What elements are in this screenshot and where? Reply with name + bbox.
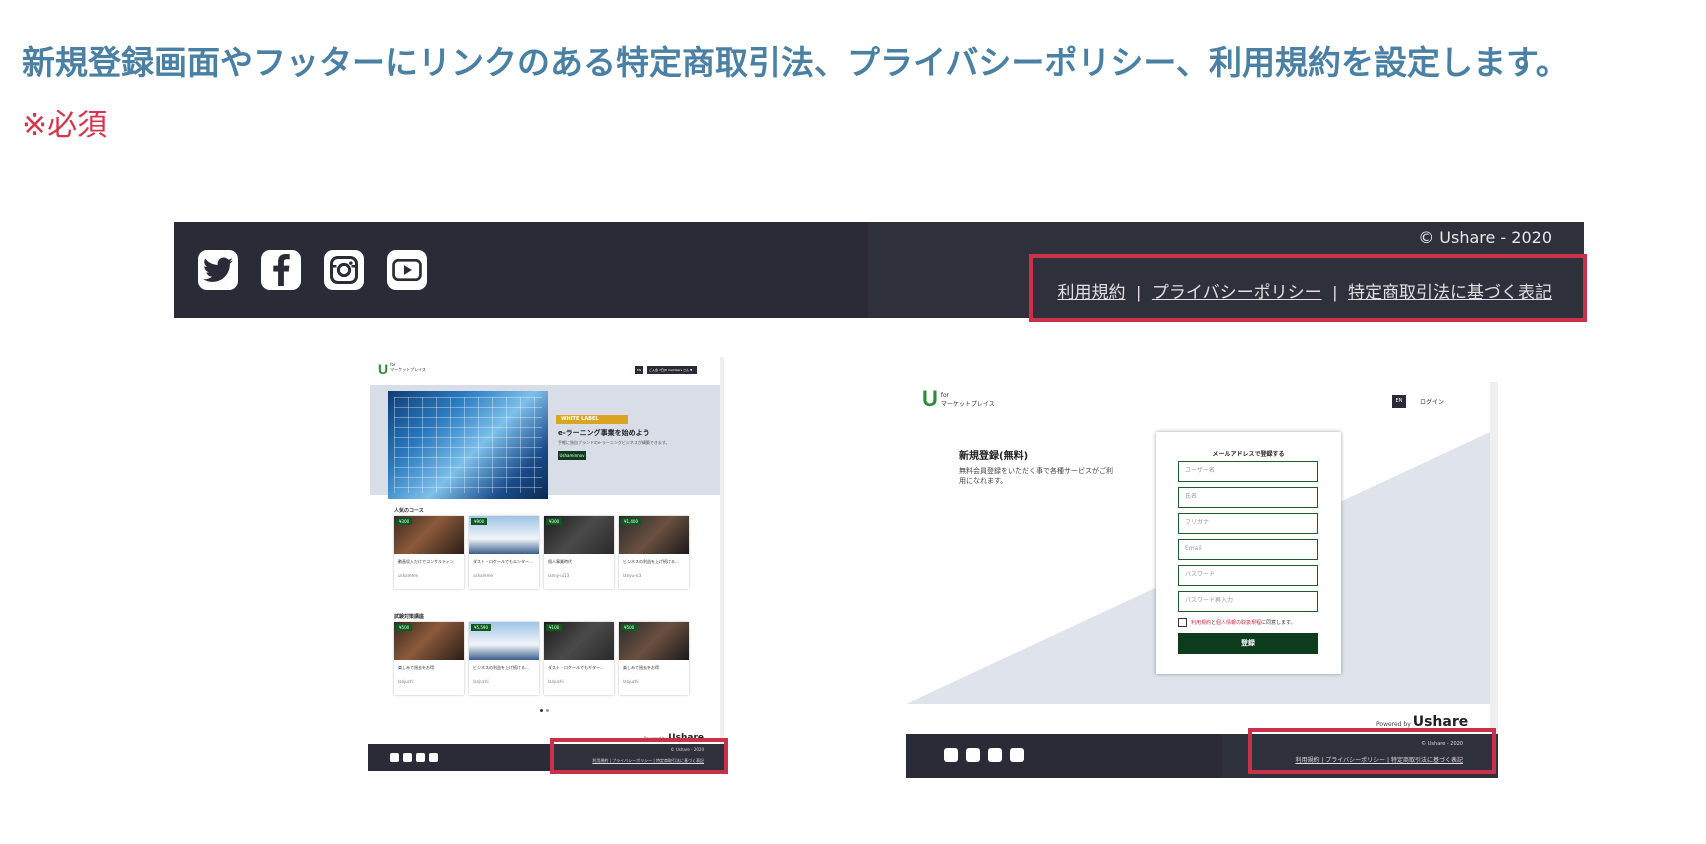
course-title: 楽しみで過去をお得 (623, 665, 659, 670)
scrollbar[interactable] (720, 357, 724, 744)
youtube-icon[interactable] (1010, 748, 1024, 762)
site-logo: U for マーケットプレイス (378, 361, 427, 377)
facebook-icon[interactable] (261, 250, 301, 290)
hero-banner: WHITE LABEL e-ラーニング事業を始めよう 手軽に独自ブランドのe-ラ… (370, 385, 720, 499)
submit-button[interactable]: 登録 (1178, 633, 1318, 654)
course-title: 楽しみで過去をお得 (398, 665, 434, 670)
site-logo: U for マーケットプレイス (922, 386, 995, 411)
course-author: lanyu-ic3 (623, 573, 642, 578)
scrollbar[interactable] (1490, 382, 1498, 734)
instagram-icon[interactable] (988, 748, 1002, 762)
course-title: ビジネスの利益を上げ続ける... (473, 665, 529, 670)
course-price: ¥300 (546, 518, 563, 525)
agree-checkbox[interactable] (1178, 618, 1187, 627)
course-price: ¥500 (621, 624, 638, 631)
footer-social-icons (390, 753, 438, 762)
hero-title: e-ラーニング事業を始めよう (558, 429, 650, 437)
footer-links-highlight (1029, 254, 1587, 322)
username-field[interactable]: ユーザー名 (1178, 461, 1318, 482)
white-label-badge: WHITE LABEL (556, 415, 628, 424)
course-card[interactable]: ¥300 動画収入だけでコンサルティン ushareme (394, 516, 464, 589)
course-title: ダスト・ロケールでもギター... (548, 665, 604, 670)
course-card[interactable]: ¥5,590 ビジネスの利益を上げ続ける... lanjuchi (469, 622, 539, 695)
terms-link[interactable]: 利用規約 (1191, 620, 1211, 626)
course-price: ¥100 (546, 624, 563, 631)
carousel-dots[interactable] (540, 709, 549, 712)
password-field[interactable]: パスワード (1178, 565, 1318, 586)
course-title: 個人事業時代 (548, 559, 572, 564)
facebook-icon[interactable] (403, 753, 412, 762)
course-author: ushareme (398, 573, 418, 578)
password-confirm-field[interactable]: パスワード再入力 (1178, 591, 1318, 612)
instagram-icon[interactable] (416, 753, 425, 762)
course-card[interactable]: ¥900 ダスト・ロケールでもエンター... ushareme (469, 516, 539, 589)
page-heading: 新規登録画面やフッターにリンクのある特定商取引法、プライバシーポリシー、利用規約… (22, 43, 1569, 82)
exam-courses-title: 試験対策講座 (394, 614, 425, 620)
course-author: lanny-ui13 (548, 573, 570, 578)
course-title: 動画収入だけでコンサルティン (398, 559, 454, 564)
course-card[interactable]: ¥500 楽しみで過去をお得 lanjuchi (394, 622, 464, 695)
twitter-icon[interactable] (390, 753, 399, 762)
furigana-field[interactable]: フリガナ (1178, 513, 1318, 534)
course-price: ¥900 (471, 518, 488, 525)
twitter-icon[interactable] (944, 748, 958, 762)
social-icons (198, 250, 427, 290)
course-author: ushareme (473, 573, 493, 578)
form-title: メールアドレスで登録する (1212, 451, 1285, 458)
course-card[interactable]: ¥300 個人事業時代 lanny-ui13 (544, 516, 614, 589)
course-card[interactable]: ¥100 ダスト・ロケールでもギター... lanjuchi (544, 622, 614, 695)
facebook-icon[interactable] (966, 748, 980, 762)
registration-description: 無料会員登録をいただく事で各種サービスがご利用になれます。 (959, 467, 1113, 485)
footer-links-highlight (550, 738, 728, 774)
course-card[interactable]: ¥1,400 ビジネスの利益を上げ続ける... lanyu-ic3 (619, 516, 689, 589)
name-field[interactable]: 氏名 (1178, 487, 1318, 508)
course-price: ¥5,590 (471, 624, 491, 631)
required-note: ※必須 (22, 108, 108, 143)
agreement-row: 利用規約と個人情報の取扱規程に同意します。 (1178, 618, 1296, 627)
footer-links-highlight (1248, 728, 1496, 774)
email-field[interactable]: Email (1178, 539, 1318, 560)
course-author: lanjuchi (548, 679, 564, 684)
footer-copyright: © Ushare - 2020 (1418, 228, 1552, 247)
language-badge[interactable]: EN (1392, 395, 1406, 408)
login-link[interactable]: ログイン (1420, 397, 1444, 406)
instagram-icon[interactable] (324, 250, 364, 290)
course-title: ビジネスの利益を上げ続ける... (623, 559, 679, 564)
course-price: ¥300 (396, 518, 413, 525)
course-author: lanjuchi (473, 679, 489, 684)
privacy-rules-link[interactable]: 個人情報の取扱規程 (1216, 620, 1261, 626)
user-menu[interactable]: ご入会 7日(6 members さん ▼ (647, 366, 697, 374)
registration-page-screenshot: U for マーケットプレイス EN ログイン 新規登録(無料) 無料会員登録を… (906, 382, 1498, 778)
registration-form: メールアドレスで登録する ユーザー名 氏名 フリガナ Email パスワード パ… (1156, 432, 1341, 674)
top-page-screenshot: U for マーケットプレイス EN ご入会 7日(6 members さん ▼… (368, 357, 724, 771)
course-title: ダスト・ロケールでもエンター... (473, 559, 533, 564)
course-card[interactable]: ¥500 楽しみで過去をお得 lanjuchi (619, 622, 689, 695)
registration-title: 新規登録(無料) (959, 451, 1029, 462)
course-price: ¥500 (396, 624, 413, 631)
top-page-header: U for マーケットプレイス EN ご入会 7日(6 members さん ▼ (368, 357, 724, 385)
course-author: lanjuchi (398, 679, 414, 684)
hero-image (388, 391, 548, 499)
course-price: ¥1,400 (621, 518, 641, 525)
youtube-icon[interactable] (429, 753, 438, 762)
course-author: lanjuchi (623, 679, 639, 684)
footer-social-icons (944, 748, 1024, 762)
popular-courses-title: 人気のコース (394, 508, 424, 514)
youtube-icon[interactable] (387, 250, 427, 290)
hero-button[interactable]: Ushareinnov (558, 451, 586, 460)
twitter-icon[interactable] (198, 250, 238, 290)
hero-subtitle: 手軽に独自ブランドのe-ラーニングビジネスが構築できます。 (558, 440, 670, 445)
language-badge[interactable]: EN (635, 366, 643, 374)
